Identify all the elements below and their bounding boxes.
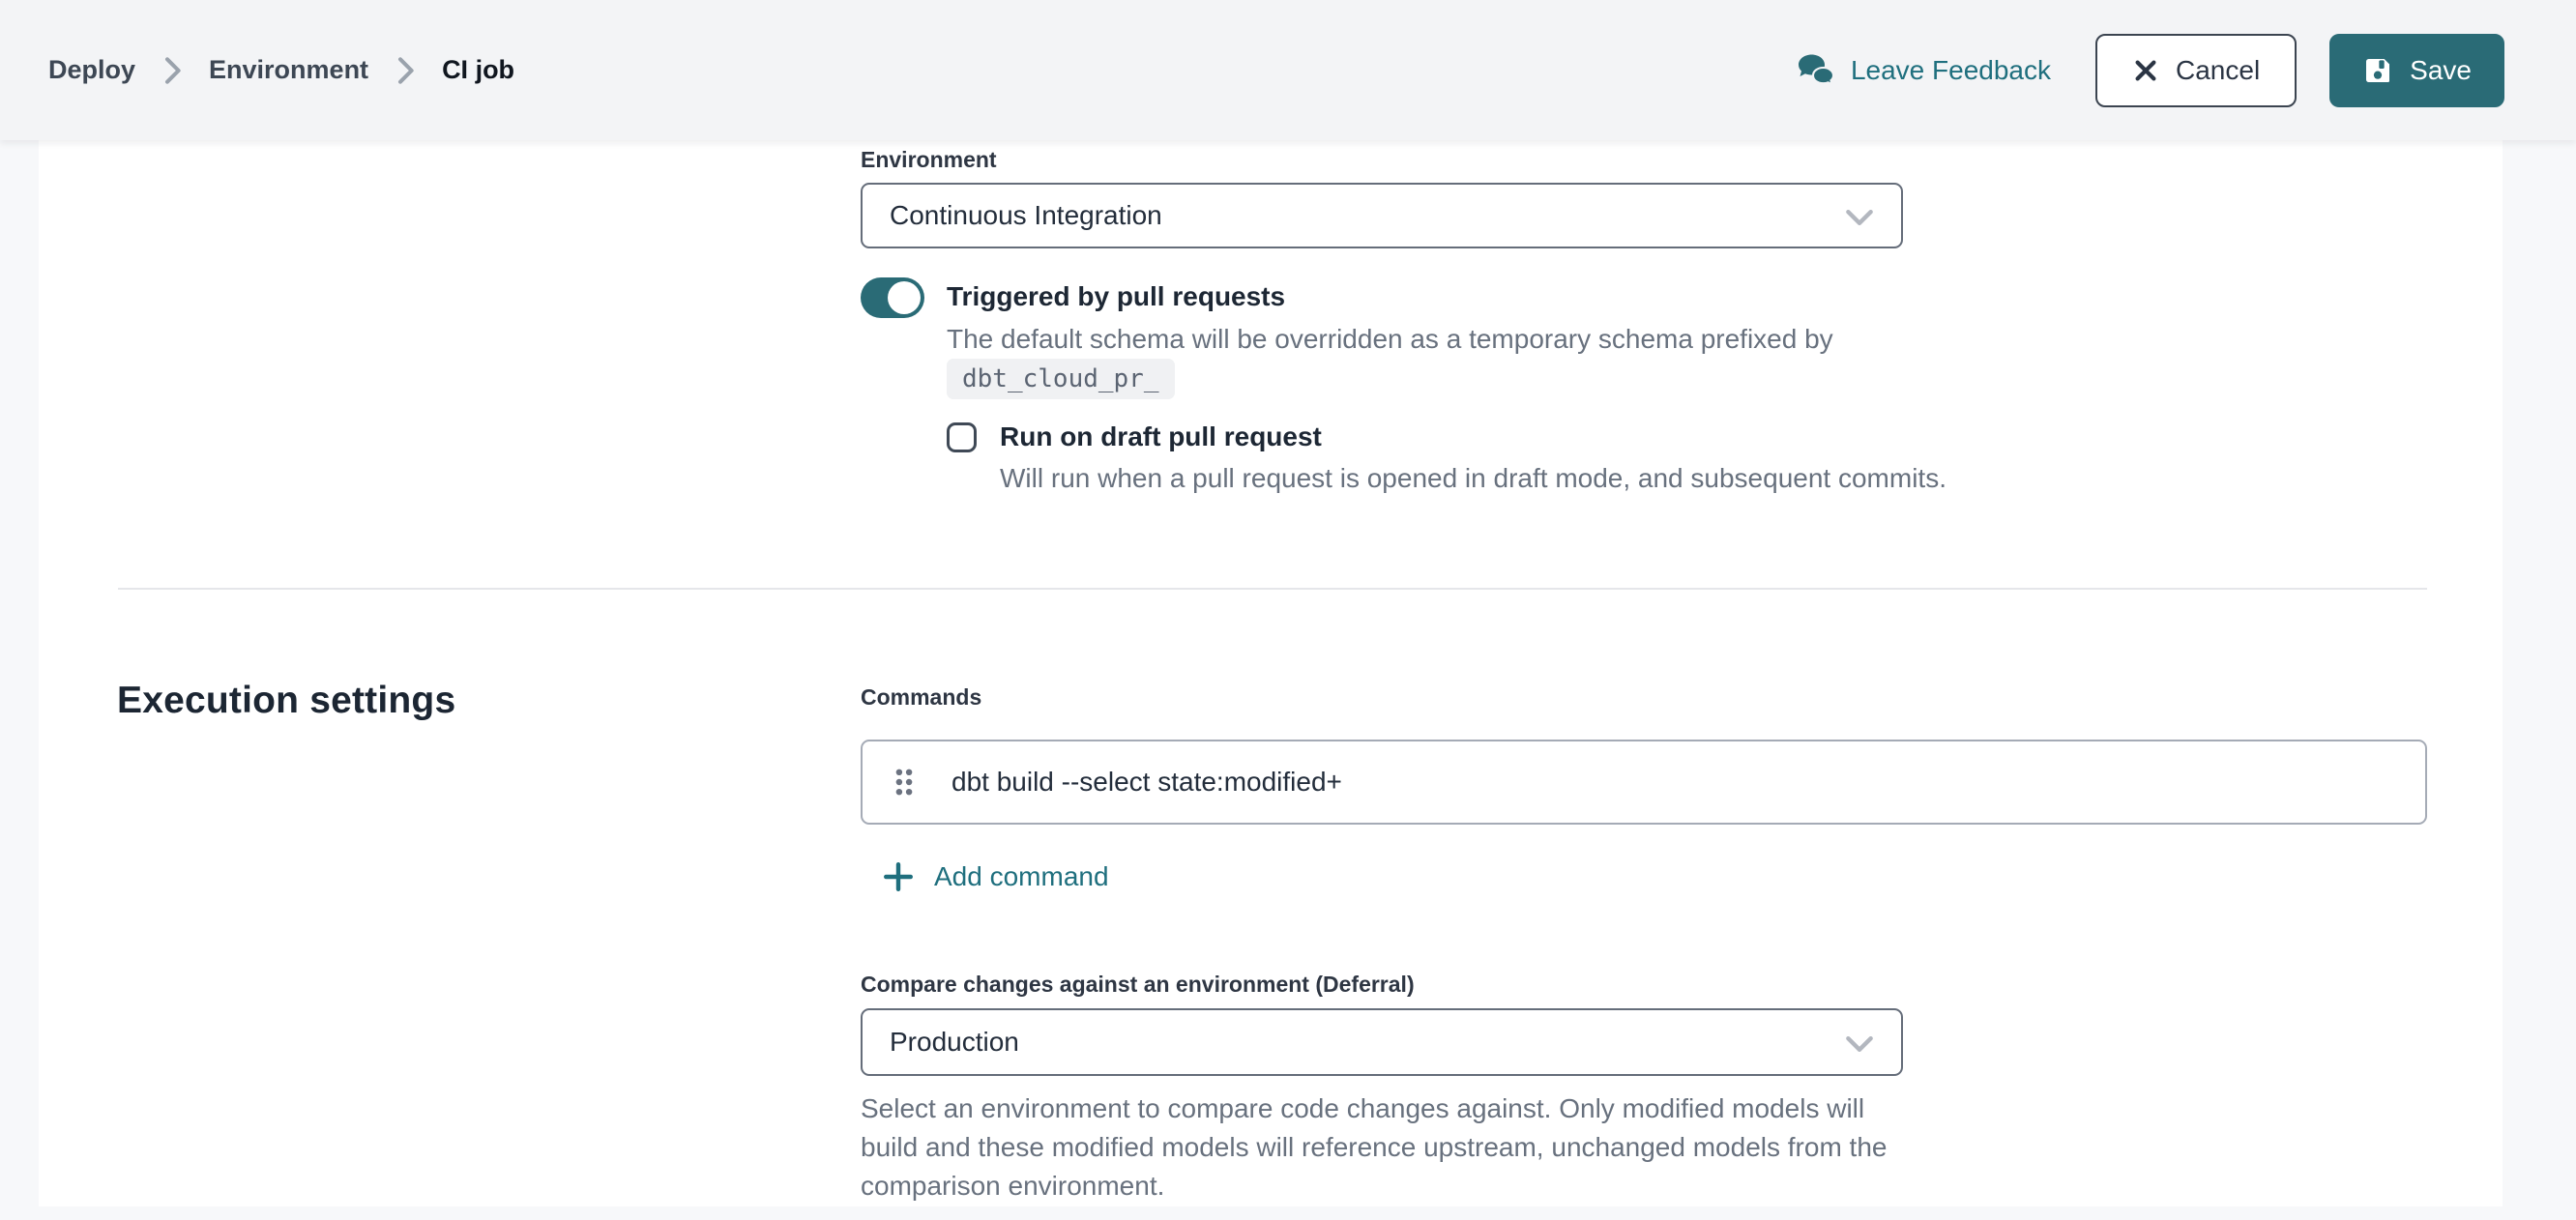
leave-feedback-label: Leave Feedback — [1851, 55, 2051, 86]
deferral-description: Select an environment to compare code ch… — [861, 1089, 1910, 1205]
drag-handle-icon[interactable] — [892, 766, 917, 799]
breadcrumb-deploy[interactable]: Deploy — [48, 55, 135, 85]
command-row[interactable]: dbt build --select state:modified+ — [861, 740, 2427, 825]
topbar-actions: Leave Feedback Cancel Save — [1796, 34, 2504, 107]
close-icon — [2132, 57, 2159, 84]
environment-label: Environment — [861, 147, 997, 173]
save-icon — [2362, 55, 2393, 86]
pr-trigger-label: Triggered by pull requests — [947, 281, 1285, 312]
environment-select[interactable]: Continuous Integration — [861, 183, 1903, 248]
chevron-down-icon — [1845, 208, 1874, 227]
breadcrumb: Deploy Environment CI job — [48, 55, 514, 85]
command-input-value[interactable]: dbt build --select state:modified+ — [951, 767, 1342, 798]
add-command-label: Add command — [934, 861, 1109, 892]
commands-label: Commands — [861, 684, 981, 711]
draft-pr-label: Run on draft pull request — [1000, 421, 1322, 452]
save-label: Save — [2410, 55, 2472, 86]
environment-select-value: Continuous Integration — [890, 200, 1162, 231]
execution-settings-title: Execution settings — [117, 680, 455, 722]
toggle-knob — [888, 281, 921, 314]
pr-trigger-toggle[interactable] — [861, 277, 924, 318]
chevron-down-icon — [1845, 1034, 1874, 1054]
draft-pr-description: Will run when a pull request is opened i… — [1000, 459, 2064, 498]
pr-trigger-description: The default schema will be overridden as… — [947, 320, 1846, 359]
deferral-select[interactable]: Production — [861, 1008, 1903, 1076]
job-settings-card: Environment Continuous Integration Trigg… — [39, 140, 2503, 1206]
add-command-button[interactable]: Add command — [882, 860, 1109, 893]
deferral-label: Compare changes against an environment (… — [861, 972, 1415, 998]
schema-prefix-code: dbt_cloud_pr_ — [947, 359, 1175, 399]
draft-pr-checkbox[interactable] — [947, 422, 977, 452]
chevron-right-icon — [395, 56, 415, 85]
chat-bubbles-icon — [1796, 53, 1836, 88]
plus-icon — [882, 860, 915, 893]
breadcrumb-ci-job: CI job — [442, 55, 514, 85]
cancel-button[interactable]: Cancel — [2095, 34, 2297, 107]
section-divider — [118, 588, 2427, 590]
top-bar: Deploy Environment CI job Leave Feedback… — [0, 0, 2576, 140]
breadcrumb-environment[interactable]: Environment — [209, 55, 368, 85]
save-button[interactable]: Save — [2329, 34, 2504, 107]
deferral-select-value: Production — [890, 1027, 1019, 1058]
cancel-label: Cancel — [2176, 55, 2260, 86]
chevron-right-icon — [162, 56, 182, 85]
leave-feedback-link[interactable]: Leave Feedback — [1796, 53, 2051, 88]
